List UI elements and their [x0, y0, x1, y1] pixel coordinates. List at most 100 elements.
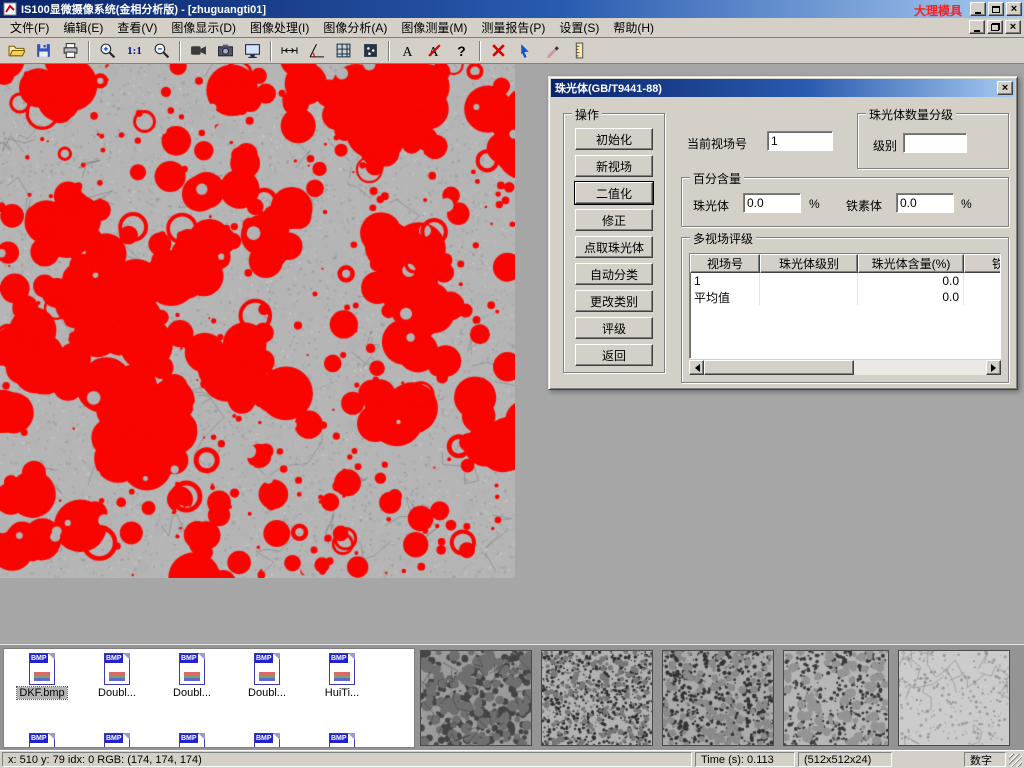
- new-field-button[interactable]: 新视场: [575, 155, 653, 177]
- camera-button[interactable]: [213, 39, 238, 62]
- thumbnail-strip: [418, 645, 1024, 751]
- menu-item-edit[interactable]: 编辑(E): [56, 17, 110, 38]
- file-name[interactable]: HuiTi...: [323, 687, 361, 699]
- table-header-row: 视场号 珠光体级别 珠光体含量(%) 铁素: [690, 254, 1000, 273]
- grid-button[interactable]: [331, 39, 356, 62]
- annotate-text-button[interactable]: A: [395, 39, 420, 62]
- remove-text-button[interactable]: A: [422, 39, 447, 62]
- picker-button[interactable]: [540, 39, 565, 62]
- marker-button[interactable]: [513, 39, 538, 62]
- init-button[interactable]: 初始化: [575, 128, 653, 150]
- minimize-icon: [975, 12, 981, 14]
- menu-item-image-analysis[interactable]: 图像分析(A): [316, 17, 394, 38]
- return-button[interactable]: 返回: [575, 344, 653, 366]
- measure-width-button[interactable]: [277, 39, 302, 62]
- menu-item-view[interactable]: 查看(V): [110, 17, 164, 38]
- file-item[interactable]: BMP HuiTi...: [306, 653, 378, 699]
- change-class-button[interactable]: 更改类别: [575, 290, 653, 312]
- dialog-close-button[interactable]: ×: [997, 81, 1013, 95]
- status-time: Time (s): 0.113: [695, 752, 795, 767]
- thumbnail-strip-icon: [109, 672, 125, 681]
- table-row[interactable]: 1 0.0: [690, 273, 1000, 289]
- file-item[interactable]: BMP Doubl...: [81, 653, 153, 699]
- ferrite-input[interactable]: [896, 193, 954, 213]
- file-name[interactable]: Doubl...: [96, 687, 138, 699]
- delete-measure-button[interactable]: [486, 39, 511, 62]
- ruler-button[interactable]: [567, 39, 592, 62]
- save-button[interactable]: [31, 39, 56, 62]
- file-item-partial[interactable]: BMP: [6, 733, 78, 748]
- correct-button[interactable]: 修正: [575, 209, 653, 231]
- thumbnail-2[interactable]: [541, 650, 653, 746]
- actual-size-button[interactable]: 1:1: [122, 39, 147, 62]
- mdi-close-button[interactable]: ×: [1005, 20, 1021, 34]
- open-file-button[interactable]: [4, 39, 29, 62]
- menu-item-image-process[interactable]: 图像处理(I): [243, 17, 316, 38]
- menu-item-help[interactable]: 帮助(H): [606, 17, 661, 38]
- close-button[interactable]: ×: [1006, 2, 1022, 16]
- print-button[interactable]: [58, 39, 83, 62]
- rating-table[interactable]: 视场号 珠光体级别 珠光体含量(%) 铁素 1 0.0 平均值 0: [689, 253, 1001, 359]
- scroll-left-button[interactable]: [689, 360, 704, 375]
- operation-group-label: 操作: [572, 106, 602, 123]
- file-item-partial[interactable]: BMP: [231, 733, 303, 748]
- menu-item-image-display[interactable]: 图像显示(D): [164, 17, 243, 38]
- pearlite-input[interactable]: [743, 193, 801, 213]
- file-name[interactable]: Doubl...: [246, 687, 288, 699]
- file-item-partial[interactable]: BMP: [156, 733, 228, 748]
- dialog-title: 珠光体(GB/T9441-88): [555, 80, 662, 96]
- level-input[interactable]: [903, 133, 967, 153]
- thumbnail-strip-icon: [34, 672, 50, 681]
- count-button[interactable]: [358, 39, 383, 62]
- thumbnail-4[interactable]: [783, 650, 889, 746]
- file-name[interactable]: DKF.bmp: [17, 687, 66, 699]
- table-row[interactable]: 平均值 0.0: [690, 289, 1000, 305]
- zoom-out-button[interactable]: [149, 39, 174, 62]
- dialog-title-bar[interactable]: 珠光体(GB/T9441-88) ×: [551, 79, 1015, 97]
- picker-pen-icon: [544, 42, 561, 59]
- help-button[interactable]: ?: [449, 39, 474, 62]
- thumbnail-1[interactable]: [420, 650, 532, 746]
- video-capture-button[interactable]: [186, 39, 211, 62]
- file-name[interactable]: Doubl...: [171, 687, 213, 699]
- dialog-body: 操作 初始化 新视场 二值化 修正 点取珠光体 自动分类 更改类别 评级 返回 …: [551, 97, 1015, 387]
- file-item[interactable]: BMP DKF.bmp: [6, 653, 78, 699]
- file-item[interactable]: BMP Doubl...: [156, 653, 228, 699]
- mdi-minimize-button[interactable]: [969, 20, 985, 34]
- menu-item-report[interactable]: 测量报告(P): [474, 17, 552, 38]
- resize-grip[interactable]: [1009, 754, 1022, 767]
- binarize-button[interactable]: 二值化: [575, 182, 653, 204]
- file-item[interactable]: BMP Doubl...: [231, 653, 303, 699]
- window-title: IS100显微摄像系统(金相分析版) - [zhuguangti01]: [21, 1, 266, 17]
- save-floppy-icon: [35, 42, 52, 59]
- application-window: IS100显微摄像系统(金相分析版) - [zhuguangti01] 大理模具…: [0, 0, 1024, 768]
- thumbnail-5[interactable]: [898, 650, 1010, 746]
- micrograph-image[interactable]: [0, 64, 515, 578]
- monitor-button[interactable]: [240, 39, 265, 62]
- scroll-right-button[interactable]: [986, 360, 1001, 375]
- auto-classify-button[interactable]: 自动分类: [575, 263, 653, 285]
- actual-size-icon: 1:1: [127, 45, 142, 57]
- arrow-right-icon: [991, 364, 1000, 372]
- svg-text:A: A: [403, 44, 413, 59]
- percent-group: 百分含量: [681, 177, 1009, 227]
- minimize-button[interactable]: [970, 2, 986, 16]
- thumbnail-3[interactable]: [662, 650, 774, 746]
- rate-button[interactable]: 评级: [575, 317, 653, 339]
- file-item-partial[interactable]: BMP: [81, 733, 153, 748]
- file-item-partial[interactable]: BMP: [306, 733, 378, 748]
- measure-angle-button[interactable]: [304, 39, 329, 62]
- zoom-in-button[interactable]: [95, 39, 120, 62]
- pearlite-label: 珠光体: [693, 197, 729, 214]
- menu-item-settings[interactable]: 设置(S): [552, 17, 606, 38]
- menu-item-image-measure[interactable]: 图像测量(M): [394, 17, 474, 38]
- mdi-restore-button[interactable]: [987, 20, 1003, 34]
- table-horizontal-scrollbar[interactable]: [689, 360, 1001, 375]
- scrollbar-thumb[interactable]: [704, 360, 854, 375]
- menu-item-file[interactable]: 文件(F): [3, 17, 56, 38]
- maximize-button[interactable]: [988, 2, 1004, 16]
- close-icon: ×: [1010, 22, 1016, 33]
- current-field-input[interactable]: [767, 131, 833, 151]
- pick-pearlite-button[interactable]: 点取珠光体: [575, 236, 653, 258]
- bmp-badge: BMP: [255, 734, 273, 743]
